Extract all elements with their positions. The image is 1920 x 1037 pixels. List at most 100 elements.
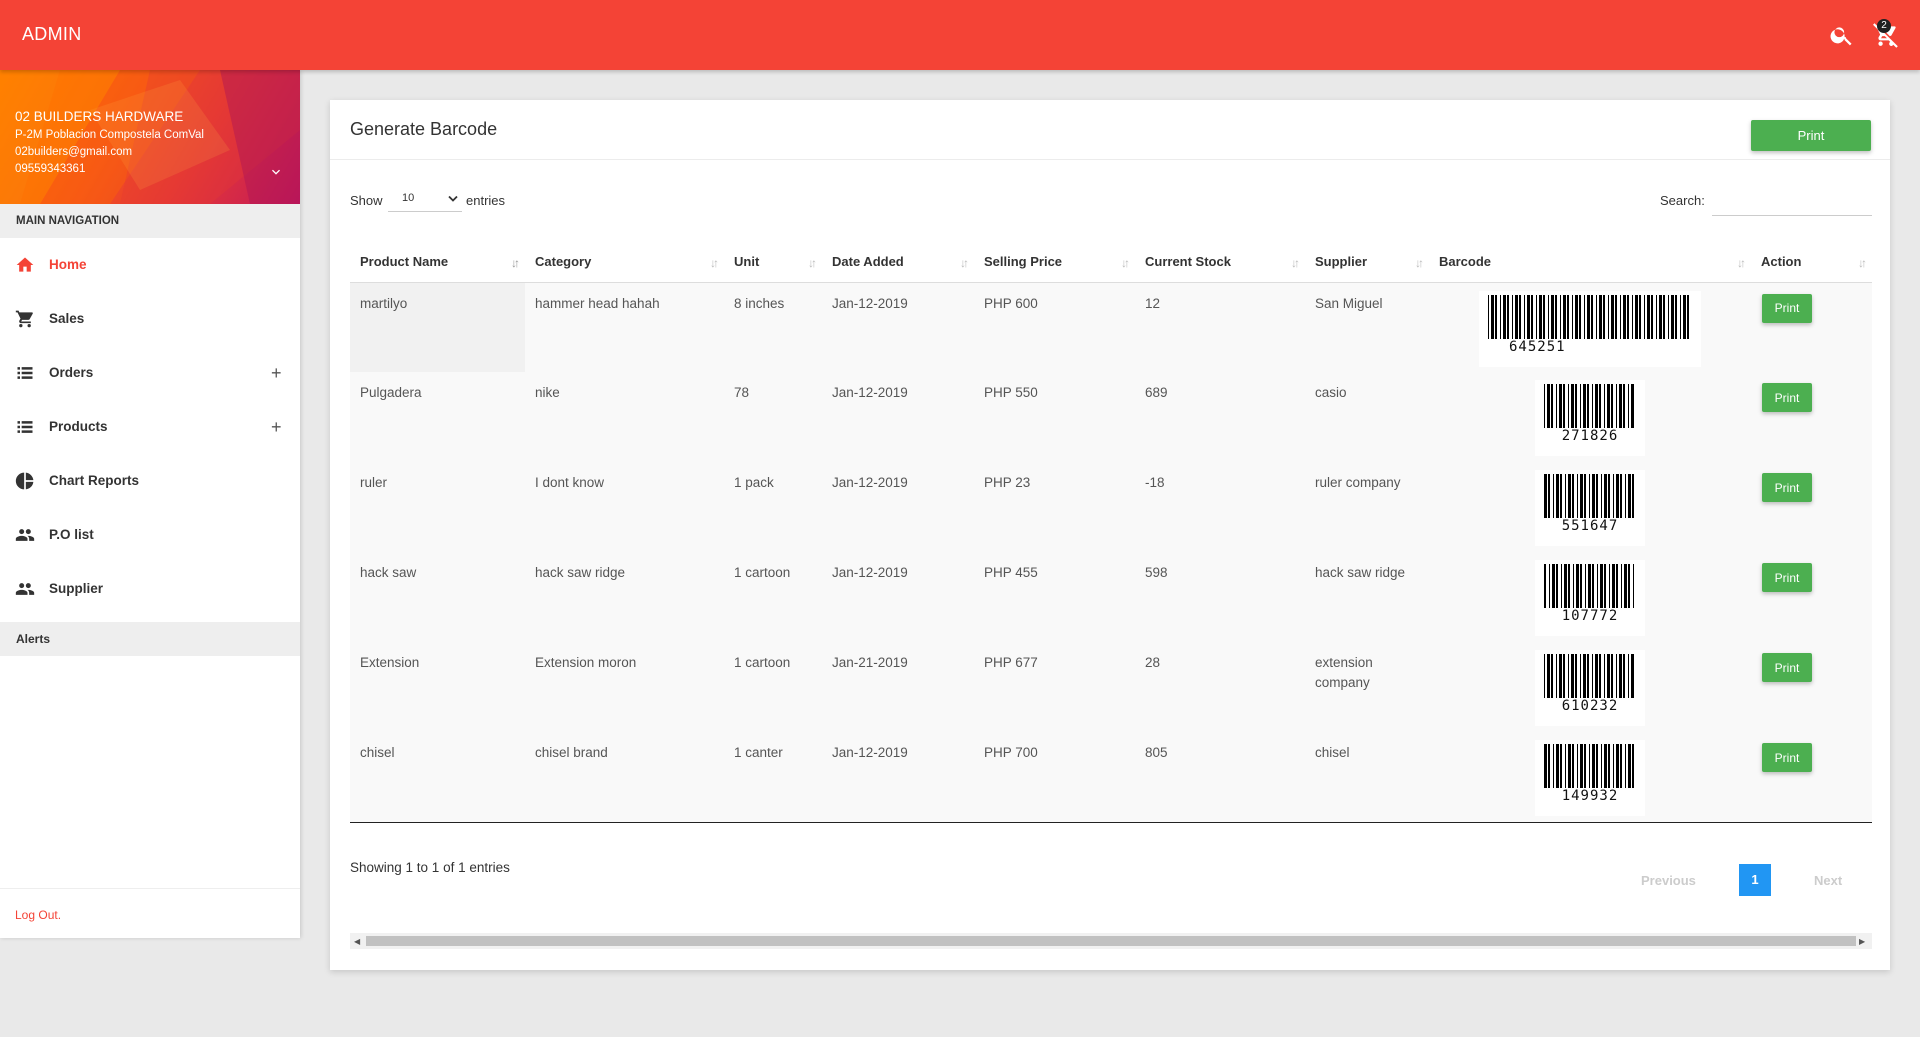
barcode-table: Product Name ↓↑ Category ↓↑ Unit ↓↑ Date Ad… [350, 242, 1872, 823]
barcode-bar [1616, 384, 1617, 428]
barcode-bar [1544, 744, 1547, 788]
barcode-bar [1611, 654, 1613, 698]
chevron-down-icon[interactable] [268, 164, 284, 180]
logout-link[interactable]: Log Out. [15, 908, 61, 922]
barcode-bar [1607, 384, 1610, 428]
print-barcode-button[interactable]: Print [1762, 293, 1812, 323]
barcode-bar [1543, 294, 1545, 339]
barcode-bar [1551, 294, 1554, 339]
barcode-bar [1588, 564, 1591, 608]
cell-name: martilyo [350, 282, 525, 372]
expand-plus-icon[interactable]: + [271, 417, 282, 438]
sidebar-item-label: Sales [49, 311, 85, 326]
barcode-bar [1507, 294, 1509, 339]
cell-price: PHP 550 [984, 385, 1038, 400]
list-icon [17, 367, 33, 379]
column-header-action[interactable]: Action ↓↑ [1751, 242, 1872, 283]
barcode-bar [1601, 744, 1602, 788]
barcode-bar [1544, 474, 1547, 518]
scroll-right-icon[interactable]: ▶ [1859, 937, 1865, 946]
barcode-bar [1607, 654, 1610, 698]
column-header-category[interactable]: Category ↓↑ [525, 242, 724, 283]
barcode-bar [1589, 744, 1590, 788]
people-icon [15, 583, 35, 595]
barcode-bar [1675, 294, 1677, 339]
print-barcode-button[interactable]: Print [1762, 563, 1812, 592]
cell-name: Extension [360, 655, 420, 670]
sidebar-item-orders[interactable]: Orders + [0, 346, 300, 400]
barcode-number: 610232 [1561, 698, 1619, 714]
barcode-bar [1559, 654, 1562, 698]
barcode-bar [1680, 294, 1681, 339]
print-barcode-button[interactable]: Print [1762, 383, 1812, 412]
barcode-bar [1491, 294, 1494, 339]
sidebar-item-supplier[interactable]: Supplier [0, 562, 300, 616]
barcode-bar [1627, 294, 1629, 339]
table-row: Extension Extension moron 1 cartoon Jan-21-… [350, 642, 1872, 732]
barcode-image: 149932 [1535, 740, 1645, 816]
table-info: Showing 1 to 1 of 1 entries [350, 860, 510, 875]
print-barcode-button[interactable]: Print [1762, 473, 1812, 502]
barcode-bar [1632, 294, 1633, 339]
column-header-selling-price[interactable]: Selling Price ↓↑ [974, 242, 1135, 283]
column-header-unit[interactable]: Unit ↓↑ [724, 242, 822, 283]
entries-select[interactable]: 10 [388, 186, 462, 212]
sidebar-item-home[interactable]: Home [0, 238, 300, 292]
app-title[interactable]: ADMIN [22, 24, 82, 45]
sort-icon: ↓↑ [1291, 256, 1300, 270]
column-header-product-name[interactable]: Product Name ↓↑ [350, 242, 525, 283]
barcode-bar [1568, 564, 1570, 608]
barcode-bars [1544, 744, 1634, 788]
sidebar-alerts[interactable]: Alerts [0, 622, 300, 656]
barcode-bar [1524, 294, 1525, 339]
cart-icon [15, 310, 33, 328]
cell-date: Jan-21-2019 [832, 655, 908, 670]
barcode-bar [1603, 294, 1605, 339]
search-input[interactable] [1712, 186, 1872, 216]
barcode-bar [1580, 474, 1583, 518]
cell-price: PHP 23 [984, 475, 1031, 490]
column-header-current-stock[interactable]: Current Stock ↓↑ [1135, 242, 1305, 283]
sidebar-item-po-list[interactable]: P.O list [0, 508, 300, 562]
column-header-date-added[interactable]: Date Added ↓↑ [822, 242, 974, 283]
barcode-bar [1565, 474, 1566, 518]
barcode-bar [1599, 654, 1601, 698]
cell-action: Print [1751, 462, 1872, 552]
scroll-left-icon[interactable]: ◀ [354, 937, 360, 946]
barcode-bar [1552, 564, 1555, 608]
cell-stock: 805 [1135, 732, 1305, 823]
cell-price: PHP 455 [984, 565, 1038, 580]
search-icon[interactable] [1829, 22, 1855, 48]
barcode-bar [1556, 384, 1557, 428]
print-barcode-button[interactable]: Print [1762, 653, 1812, 682]
cart-count-badge: 2 [1877, 19, 1891, 33]
barcode-bar [1597, 564, 1598, 608]
pagination-previous[interactable]: Previous [1641, 873, 1696, 888]
barcode-bar [1635, 294, 1638, 339]
barcode-bar [1659, 294, 1662, 339]
column-header-supplier[interactable]: Supplier ↓↑ [1305, 242, 1429, 283]
barcode-bar [1580, 384, 1581, 428]
sidebar-item-sales[interactable]: Sales [0, 292, 300, 346]
barcode-bar [1573, 564, 1574, 608]
expand-plus-icon[interactable]: + [271, 363, 282, 384]
pie-chart-icon [15, 472, 34, 490]
table-row: Pulgadera nike 78 Jan-12-2019 PHP 550 689 casi… [350, 372, 1872, 462]
sidebar-item-chart-reports[interactable]: Chart Reports [0, 454, 300, 508]
pagination-next[interactable]: Next [1814, 873, 1842, 888]
barcode-bar [1579, 294, 1581, 339]
pagination-page-1[interactable]: 1 [1739, 864, 1771, 896]
barcode-bar [1604, 474, 1607, 518]
barcode-bar [1585, 564, 1586, 608]
cell-category: nike [535, 385, 560, 400]
print-barcode-button[interactable]: Print [1762, 743, 1812, 772]
cell-price: PHP 677 [984, 655, 1038, 670]
column-header-barcode[interactable]: Barcode ↓↑ [1429, 242, 1751, 283]
scrollbar-thumb[interactable] [366, 936, 1856, 946]
barcode-bar [1575, 654, 1577, 698]
barcode-bar [1548, 294, 1549, 339]
barcode-bar [1616, 744, 1619, 788]
sidebar-item-products[interactable]: Products + [0, 400, 300, 454]
horizontal-scrollbar[interactable]: ◀ ▶ [350, 933, 1872, 949]
print-all-button[interactable]: Print [1751, 120, 1871, 151]
